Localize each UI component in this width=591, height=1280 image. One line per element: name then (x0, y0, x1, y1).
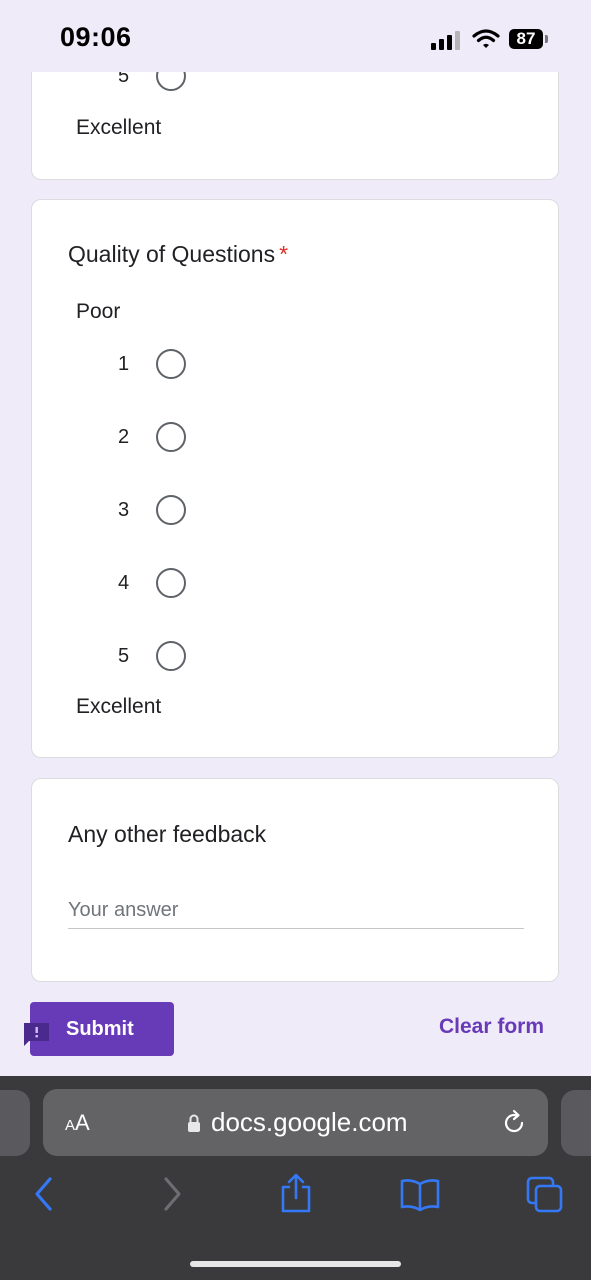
feedback-card: Any other feedback (31, 778, 559, 982)
radio-button[interactable] (156, 349, 186, 379)
scale-low-label: Poor (76, 300, 121, 323)
clock: 09:06 (60, 22, 132, 52)
home-indicator[interactable] (190, 1261, 401, 1267)
signal-icon (431, 30, 463, 50)
text-size-button[interactable]: AA (65, 1110, 90, 1136)
url-text: docs.google.com (211, 1107, 408, 1137)
battery-icon: 87 (509, 29, 543, 49)
radio-button[interactable] (156, 495, 186, 525)
wifi-icon (472, 29, 500, 48)
feedback-title: Any other feedback (68, 821, 267, 847)
rating-option-1[interactable]: 1 (112, 349, 232, 383)
feedback-icon[interactable] (21, 1020, 51, 1048)
tabs-icon[interactable] (526, 1176, 564, 1214)
radio-button[interactable] (156, 568, 186, 598)
question-title: Quality of Questions * (68, 241, 288, 268)
previous-tab-preview[interactable] (0, 1090, 30, 1156)
question-title-text: Quality of Questions (68, 241, 276, 267)
submit-button[interactable]: Submit (30, 1002, 174, 1056)
option-number: 5 (118, 645, 130, 667)
option-number: 2 (118, 426, 130, 448)
battery-nub (545, 35, 548, 43)
address-bar[interactable]: AA docs.google.com (43, 1089, 548, 1156)
option-number: 4 (118, 572, 130, 594)
rating-option-3[interactable]: 3 (112, 495, 232, 529)
feedback-answer-input[interactable] (68, 899, 524, 929)
radio-button[interactable] (156, 641, 186, 671)
next-tab-preview[interactable] (561, 1090, 591, 1156)
lock-icon (188, 1114, 200, 1132)
quality-question-card: Quality of Questions * Poor 1 2 3 4 5 Exc… (31, 199, 559, 758)
rating-option-4[interactable]: 4 (112, 568, 232, 602)
back-icon[interactable] (32, 1176, 56, 1212)
share-icon[interactable] (279, 1172, 313, 1214)
text-size-small: A (65, 1117, 76, 1134)
bookmarks-icon[interactable] (400, 1178, 440, 1212)
reload-icon[interactable] (501, 1109, 529, 1137)
status-bar: 09:06 87 (0, 0, 591, 72)
rating-option-5[interactable]: 5 (112, 641, 232, 675)
option-number: 1 (118, 353, 130, 375)
rating-option-2[interactable]: 2 (112, 422, 232, 456)
forward-icon[interactable] (160, 1176, 184, 1212)
option-number: 3 (118, 499, 130, 521)
text-size-large: A (75, 1110, 90, 1135)
radio-button[interactable] (156, 422, 186, 452)
scale-high-label: Excellent (76, 116, 162, 139)
clear-form-button[interactable]: Clear form (439, 1015, 544, 1039)
required-asterisk: * (279, 241, 289, 267)
scale-high-label: Excellent (76, 695, 162, 718)
